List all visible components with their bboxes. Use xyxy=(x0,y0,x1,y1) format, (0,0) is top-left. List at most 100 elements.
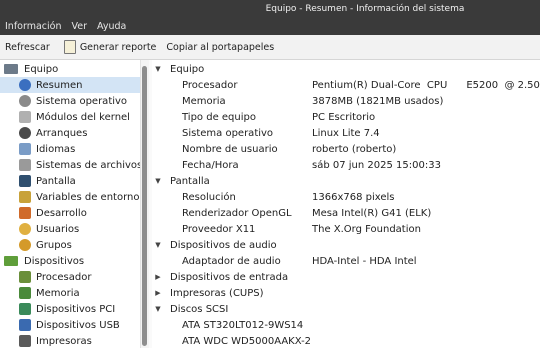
refresh-button[interactable]: Refrescar xyxy=(0,37,55,57)
computer-icon xyxy=(4,64,18,74)
detail-value: 3878MB (1821MB usados) xyxy=(312,95,444,107)
memory-icon xyxy=(19,287,31,299)
menu-ayuda[interactable]: Ayuda xyxy=(92,21,131,32)
detail-row: Proveedor X11 The X.Org Foundation xyxy=(152,221,540,237)
detail-value: PC Escritorio xyxy=(312,111,376,123)
sidebar-item-procesador[interactable]: Procesador xyxy=(0,269,140,285)
sidebar-item-label: Resumen xyxy=(36,79,83,91)
sidebar-item-label: Sistema operativo xyxy=(36,95,128,107)
detail-label: Fecha/Hora xyxy=(182,159,239,171)
sidebar-item-label: Arranques xyxy=(36,127,88,139)
detail-value: roberto (roberto) xyxy=(312,143,397,155)
sidebar-item-resumen[interactable]: Resumen xyxy=(0,77,140,93)
sidebar-item-label: Usuarios xyxy=(36,223,80,235)
power-icon xyxy=(19,127,31,139)
detail-row: Tipo de equipo PC Escritorio xyxy=(152,109,540,125)
toolbar: Refrescar Generar reporte Copiar al port… xyxy=(0,35,540,60)
sidebar-item-dispositivos-usb[interactable]: Dispositivos USB xyxy=(0,317,140,333)
drive-icon xyxy=(19,159,31,171)
user-icon xyxy=(19,223,31,235)
section-entrada[interactable]: ▶ Dispositivos de entrada xyxy=(152,269,540,285)
detail-row: Sistema operativo Linux Lite 7.4 xyxy=(152,125,540,141)
language-icon xyxy=(19,143,31,155)
detail-label: Nombre de usuario xyxy=(182,143,278,155)
report-icon xyxy=(63,40,76,54)
sidebar-group-label: Equipo xyxy=(24,63,59,75)
monitor-icon xyxy=(19,175,31,187)
generate-report-button[interactable]: Generar reporte xyxy=(59,37,162,57)
detail-row: ATA WDC WD5000AAKX-2 xyxy=(152,333,540,348)
sidebar-item-arranques[interactable]: Arranques xyxy=(0,125,140,141)
module-icon xyxy=(19,111,31,123)
sidebar-item-label: Impresoras xyxy=(36,335,92,347)
detail-value: HDA-Intel - HDA Intel xyxy=(312,255,417,267)
sidebar-item-label: Dispositivos USB xyxy=(36,319,120,331)
title-bar: Equipo - Resumen - Información del siste… xyxy=(0,0,540,17)
detail-label: Memoria xyxy=(182,95,226,107)
section-pantalla[interactable]: ▼ Pantalla xyxy=(152,173,540,189)
sidebar-item-label: Pantalla xyxy=(36,175,76,187)
section-title: Pantalla xyxy=(170,175,210,187)
detail-label: Adaptador de audio xyxy=(182,255,281,267)
sidebar-item-sistema-operativo[interactable]: Sistema operativo xyxy=(0,93,140,109)
expanded-arrow-icon[interactable]: ▼ xyxy=(152,305,164,313)
copy-clipboard-button[interactable]: Copiar al portapapeles xyxy=(161,37,279,57)
expanded-arrow-icon[interactable]: ▼ xyxy=(152,177,164,185)
sidebar-item-label: Desarrollo xyxy=(36,207,87,219)
detail-value: 1366x768 pixels xyxy=(312,191,395,203)
section-title: Equipo xyxy=(170,63,205,75)
sidebar-group-equipo[interactable]: Equipo xyxy=(0,61,140,77)
detail-value: Linux Lite 7.4 xyxy=(312,127,380,139)
section-title: Dispositivos de audio xyxy=(170,239,277,251)
sidebar-item-label: Sistemas de archivos xyxy=(36,159,140,171)
sidebar-item-modulos-kernel[interactable]: Módulos del kernel xyxy=(0,109,140,125)
generate-report-label: Generar reporte xyxy=(79,41,157,53)
detail-label: Proveedor X11 xyxy=(182,223,256,235)
detail-value: Pentium(R) Dual-Core CPU E5200 @ 2.50GHz xyxy=(312,79,540,91)
sidebar-item-usuarios[interactable]: Usuarios xyxy=(0,221,140,237)
sidebar-item-desarrollo[interactable]: Desarrollo xyxy=(0,205,140,221)
info-icon xyxy=(19,79,31,91)
gear-icon xyxy=(19,95,31,107)
section-audio[interactable]: ▼ Dispositivos de audio xyxy=(152,237,540,253)
detail-row: Adaptador de audio HDA-Intel - HDA Intel xyxy=(152,253,540,269)
detail-value: The X.Org Foundation xyxy=(312,223,421,235)
sidebar-group-label: Dispositivos xyxy=(24,255,85,267)
group-icon xyxy=(19,239,31,251)
detail-label: Resolución xyxy=(182,191,236,203)
development-icon xyxy=(19,207,31,219)
sidebar-tree: Equipo Resumen Sistema operativo Módulos… xyxy=(0,60,140,348)
section-title: Discos SCSI xyxy=(170,303,229,315)
sidebar-item-variables-entorno[interactable]: Variables de entorno xyxy=(0,189,140,205)
collapsed-arrow-icon[interactable]: ▶ xyxy=(152,289,164,297)
sidebar-item-label: Memoria xyxy=(36,287,80,299)
section-title: Dispositivos de entrada xyxy=(170,271,289,283)
detail-value: Mesa Intel(R) G41 (ELK) xyxy=(312,207,432,219)
detail-row: Renderizador OpenGL Mesa Intel(R) G41 (E… xyxy=(152,205,540,221)
sidebar-item-impresoras[interactable]: Impresoras xyxy=(0,333,140,348)
expanded-arrow-icon[interactable]: ▼ xyxy=(152,65,164,73)
menu-informacion[interactable]: Información xyxy=(0,21,67,32)
detail-label: Procesador xyxy=(182,79,238,91)
sidebar-group-dispositivos[interactable]: Dispositivos xyxy=(0,253,140,269)
processor-icon xyxy=(19,271,31,283)
sidebar-item-pantalla[interactable]: Pantalla xyxy=(0,173,140,189)
devices-icon xyxy=(4,256,18,266)
collapsed-arrow-icon[interactable]: ▶ xyxy=(152,273,164,281)
sidebar-item-grupos[interactable]: Grupos xyxy=(0,237,140,253)
sidebar-item-label: Grupos xyxy=(36,239,72,251)
details-panel: ▼ Equipo Procesador Pentium(R) Dual-Core… xyxy=(152,60,540,348)
scrollbar-thumb[interactable] xyxy=(142,66,147,346)
printer-icon xyxy=(19,335,31,347)
sidebar-item-memoria[interactable]: Memoria xyxy=(0,285,140,301)
sidebar-item-sistemas-archivos[interactable]: Sistemas de archivos xyxy=(0,157,140,173)
sidebar-item-dispositivos-pci[interactable]: Dispositivos PCI xyxy=(0,301,140,317)
expanded-arrow-icon[interactable]: ▼ xyxy=(152,241,164,249)
section-impresoras[interactable]: ▶ Impresoras (CUPS) xyxy=(152,285,540,301)
window-title: Equipo - Resumen - Información del siste… xyxy=(265,3,465,14)
menu-bar: Información Ver Ayuda xyxy=(0,17,540,35)
sidebar-item-idiomas[interactable]: Idiomas xyxy=(0,141,140,157)
menu-ver[interactable]: Ver xyxy=(67,21,93,32)
section-scsi[interactable]: ▼ Discos SCSI xyxy=(152,301,540,317)
section-equipo[interactable]: ▼ Equipo xyxy=(152,61,540,77)
